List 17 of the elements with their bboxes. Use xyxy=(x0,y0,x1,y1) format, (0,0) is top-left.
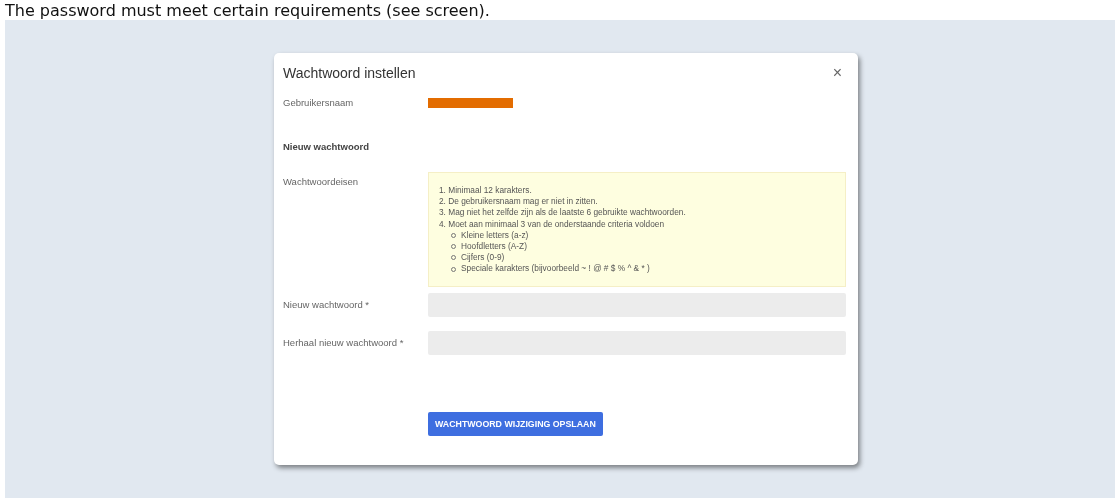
close-button[interactable]: × xyxy=(828,64,846,82)
criterion-text: Speciale karakters (bijvoorbeeld ~ ! @ # $ % ^ & * ) xyxy=(461,263,650,275)
caption-text: The password must meet certain requirements (see screen). xyxy=(5,0,490,20)
requirement-text: 4. Moet aan minimaal 3 van de onderstaande criteria voldoen xyxy=(439,218,666,230)
field-label: Gebruikersnaam xyxy=(283,97,355,108)
requirement-text: 3. Mag niet het zelfde zijn als de laatste 6 gebruikte wachtwoorden. xyxy=(439,207,687,219)
criterion-text: Hoofdletters (A-Z) xyxy=(461,241,527,253)
criterion-text: Cijfers (0-9) xyxy=(461,252,505,264)
field-label: Wachtwoordeisen xyxy=(283,176,360,187)
requirement-text: 1. Minimaal 12 karakters. xyxy=(439,185,533,197)
section-heading: Nieuw wachtwoord xyxy=(283,141,371,152)
field-label: Herhaal nieuw wachtwoord * xyxy=(283,337,405,349)
criterion-text: Kleine letters (a-z) xyxy=(461,229,529,241)
dialog-title: Wachtwoord instellen xyxy=(283,65,416,81)
field-label: Nieuw wachtwoord * xyxy=(283,299,371,311)
requirement-text: 2. De gebruikersnaam mag er niet in zitten. xyxy=(439,196,599,208)
save-button[interactable]: WACHTWOORD WIJZIGING OPSLAAN xyxy=(428,411,603,436)
